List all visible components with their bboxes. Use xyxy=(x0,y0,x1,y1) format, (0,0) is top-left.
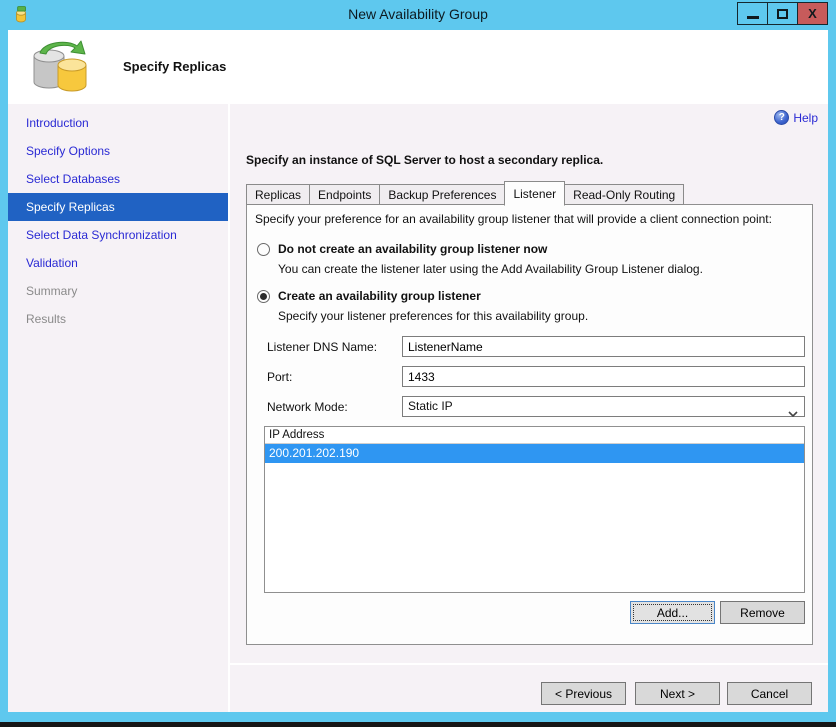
page-title: Specify Replicas xyxy=(123,59,226,74)
field-row-network-mode: Network Mode: Static IP xyxy=(267,396,805,417)
sidebar-item-validation[interactable]: Validation xyxy=(8,249,228,277)
help-icon: ? xyxy=(774,110,789,125)
tab-listener[interactable]: Listener xyxy=(504,181,565,206)
window-controls: X xyxy=(738,2,828,25)
sidebar-item-specify-options[interactable]: Specify Options xyxy=(8,137,228,165)
help-label: Help xyxy=(793,111,818,125)
sidebar-item-results: Results xyxy=(8,305,228,333)
tab-replicas[interactable]: Replicas xyxy=(246,184,310,205)
main-column: ? Help Specify an instance of SQL Server… xyxy=(230,104,828,712)
maximize-icon xyxy=(777,9,788,19)
window-title: New Availability Group xyxy=(8,6,828,22)
main-content: ? Help Specify an instance of SQL Server… xyxy=(230,104,828,663)
wizard-footer: < Previous Next > Cancel xyxy=(230,663,828,712)
radio-do-not-create-an-availability-group-listener-now[interactable]: Do not create an availability group list… xyxy=(257,242,805,256)
titlebar: New Availability Group X xyxy=(8,0,828,30)
sidebar-item-specify-replicas[interactable]: Specify Replicas xyxy=(8,193,228,221)
close-button[interactable]: X xyxy=(797,2,828,25)
sidebar-item-select-data-synchronization[interactable]: Select Data Synchronization xyxy=(8,221,228,249)
cancel-button[interactable]: Cancel xyxy=(727,682,812,705)
port-input[interactable] xyxy=(402,366,805,387)
tab-strip: ReplicasEndpointsBackup PreferencesListe… xyxy=(246,181,684,205)
tab-endpoints[interactable]: Endpoints xyxy=(309,184,380,205)
chevron-down-icon xyxy=(788,404,798,423)
add-button[interactable]: Add... xyxy=(630,601,715,624)
field-row-listener-dns-name: Listener DNS Name: xyxy=(267,336,805,357)
ip-address-row[interactable]: 200.201.202.190 xyxy=(265,444,804,463)
ip-address-column-header: IP Address xyxy=(265,427,804,444)
previous-button[interactable]: < Previous xyxy=(541,682,626,705)
screen-background: New Availability Group X Specify Replica… xyxy=(0,0,836,727)
next-button[interactable]: Next > xyxy=(635,682,720,705)
network-mode-dropdown[interactable]: Static IP xyxy=(402,396,805,417)
tab-backup-preferences[interactable]: Backup Preferences xyxy=(379,184,505,205)
ip-table-buttons: Add... Remove xyxy=(255,601,805,624)
dropdown-value: Static IP xyxy=(408,399,453,413)
listener-fields: Listener DNS Name: Port: Network Mode: Stat… xyxy=(255,336,805,417)
ip-address-table: IP Address 200.201.202.190 xyxy=(264,426,805,593)
radio-button-icon xyxy=(257,243,270,256)
radio-label: Do not create an availability group list… xyxy=(278,242,547,256)
field-label: Listener DNS Name: xyxy=(267,340,402,354)
field-label: Network Mode: xyxy=(267,400,402,414)
ip-address-rows: 200.201.202.190 xyxy=(265,444,804,463)
help-link[interactable]: ? Help xyxy=(774,110,818,125)
radio-label: Create an availability group listener xyxy=(278,289,481,303)
maximize-button[interactable] xyxy=(767,2,798,25)
radio-button-icon xyxy=(257,290,270,303)
minimize-button[interactable] xyxy=(737,2,768,25)
radio-description: Specify your listener preferences for th… xyxy=(278,309,805,323)
listener-instruction: Specify your preference for an availabil… xyxy=(255,212,805,226)
instruction-heading: Specify an instance of SQL Server to hos… xyxy=(246,153,603,167)
wizard-steps-sidebar: IntroductionSpecify OptionsSelect Databa… xyxy=(8,104,230,712)
tab-read-only-routing[interactable]: Read-Only Routing xyxy=(564,184,684,205)
dialog-body: IntroductionSpecify OptionsSelect Databa… xyxy=(8,104,828,712)
replicas-database-icon xyxy=(30,38,94,97)
minimize-icon xyxy=(747,16,759,19)
radio-create-an-availability-group-listener[interactable]: Create an availability group listener xyxy=(257,289,805,303)
field-row-port: Port: xyxy=(267,366,805,387)
remove-button[interactable]: Remove xyxy=(720,601,805,624)
sidebar-item-summary: Summary xyxy=(8,277,228,305)
sidebar-item-select-databases[interactable]: Select Databases xyxy=(8,165,228,193)
listener-tab-panel: Specify your preference for an availabil… xyxy=(246,204,813,645)
dialog-window: New Availability Group X Specify Replica… xyxy=(0,0,836,722)
close-icon: X xyxy=(808,6,817,21)
radio-description: You can create the listener later using … xyxy=(278,262,805,276)
listener-dns-name-input[interactable] xyxy=(402,336,805,357)
field-label: Port: xyxy=(267,370,402,384)
wizard-header: Specify Replicas xyxy=(8,30,828,104)
listener-radio-group: Do not create an availability group list… xyxy=(255,242,805,323)
sidebar-item-introduction[interactable]: Introduction xyxy=(8,109,228,137)
